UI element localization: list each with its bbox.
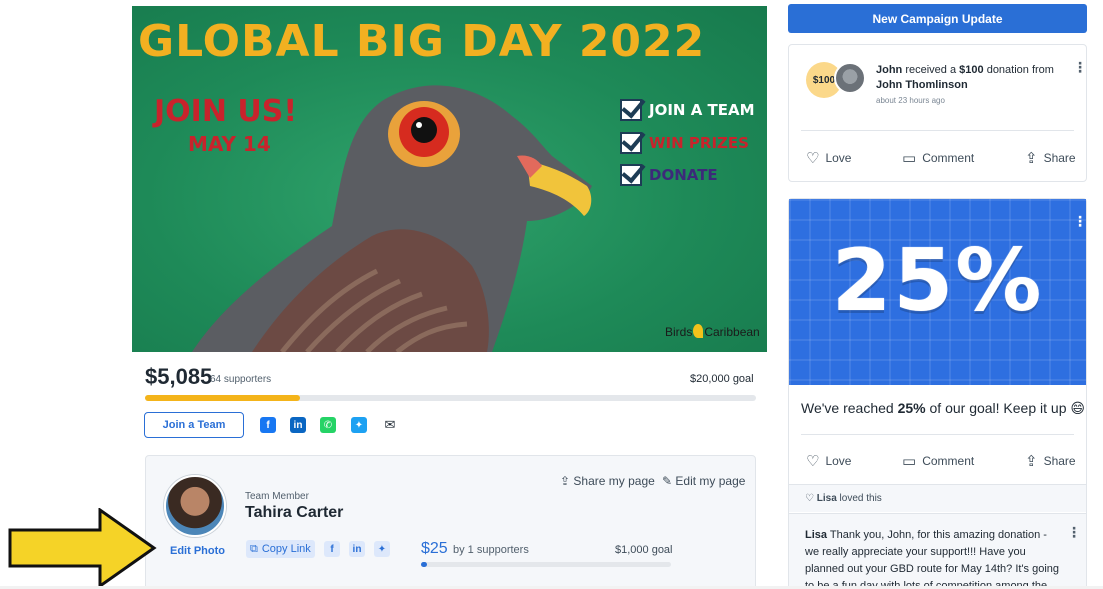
- member-role: Team Member: [245, 491, 309, 502]
- donor-name: John Thomlinson: [876, 79, 968, 91]
- birds-caribbean-logo: Birds Caribbean: [665, 324, 760, 339]
- goal-msg-text: We've reached: [801, 400, 898, 416]
- hero-check-donate: DONATE: [620, 164, 718, 186]
- more-options-icon[interactable]: ⋮: [1073, 59, 1087, 76]
- hero-check-label: JOIN A TEAM: [649, 101, 755, 119]
- love-summary: ♡ Lisa loved this: [789, 484, 1086, 512]
- lover-name: Lisa: [816, 493, 837, 504]
- comment-author: Lisa: [805, 529, 828, 541]
- donation-text: received a: [902, 64, 960, 76]
- comment: Lisa Thank you, John, for this amazing d…: [789, 513, 1086, 589]
- goal-update-message: We've reached 25% of our goal! Keep it u…: [801, 400, 1085, 417]
- more-options-icon[interactable]: ⋮: [1067, 524, 1081, 541]
- comment-icon: ▭: [902, 150, 917, 167]
- heart-icon: ♡: [805, 493, 814, 504]
- join-team-button[interactable]: Join a Team: [144, 412, 244, 438]
- pointer-arrow-icon: [8, 508, 157, 588]
- comment-body: Thank you, John, for this amazing donati…: [805, 529, 1060, 589]
- campaign-supporters-count: 64 supporters: [210, 374, 272, 385]
- whatsapp-icon[interactable]: ✆: [320, 417, 336, 433]
- member-progress-bar: [421, 562, 671, 567]
- comment-label: Comment: [922, 454, 975, 468]
- love-button[interactable]: ♡ Love: [806, 452, 851, 470]
- share-icon: ⇪: [1025, 150, 1038, 167]
- facebook-icon[interactable]: f: [260, 417, 276, 433]
- share-label: Share: [1043, 151, 1076, 165]
- edit-my-page-link[interactable]: ✎ Edit my page: [662, 474, 745, 488]
- love-label: Love: [825, 454, 852, 468]
- hero-check-label: DONATE: [649, 166, 718, 184]
- hero-check-label: WIN PRIZES: [649, 134, 749, 152]
- campaign-progress-fill: [145, 395, 301, 401]
- linkedin-icon[interactable]: in: [349, 541, 365, 557]
- goal-banner-percent: 25%: [831, 231, 1044, 331]
- recipient-name: John: [876, 64, 903, 76]
- share-button[interactable]: ⇪ Share: [1025, 149, 1076, 167]
- donor-avatar: [834, 62, 866, 94]
- member-goal: $1,000 goal: [615, 544, 673, 556]
- new-campaign-update-button[interactable]: New Campaign Update: [788, 4, 1087, 33]
- campaign-progress-bar: [145, 395, 756, 401]
- love-suffix: loved this: [836, 493, 882, 504]
- member-avatar: [164, 475, 226, 537]
- comment-button[interactable]: ▭ Comment: [902, 149, 974, 167]
- campaign-raised-amount: $5,085: [145, 364, 213, 389]
- campaign-goal: $20,000 goal: [690, 373, 754, 385]
- email-icon[interactable]: ✉: [382, 417, 398, 433]
- share-button[interactable]: ⇪ Share: [1025, 452, 1076, 470]
- campaign-hero-banner: GLOBAL BIG DAY 2022 JOIN US! MAY 14 JOIN…: [132, 6, 767, 352]
- copy-icon: ⧉: [250, 542, 258, 555]
- hero-check-win-prizes: WIN PRIZES: [620, 132, 749, 154]
- heart-icon: ♡: [806, 150, 820, 167]
- member-raised-amount: $25: [421, 540, 448, 557]
- share-my-page-link[interactable]: ⇪ Share my page: [560, 474, 655, 488]
- linkedin-icon[interactable]: in: [290, 417, 306, 433]
- member-progress-fill: [421, 562, 428, 567]
- checkbox-icon: [620, 132, 642, 154]
- edit-photo-link[interactable]: Edit Photo: [170, 545, 225, 557]
- goal-msg-text: of our goal! Keep it up 😄: [925, 400, 1085, 416]
- comment-icon: ▭: [902, 453, 917, 470]
- donation-feed-card: $100 John received a $100 donation from …: [788, 44, 1087, 182]
- checkbox-icon: [620, 99, 642, 121]
- logo-text-right: Caribbean: [704, 325, 760, 339]
- member-supporters-count: by 1 supporters: [453, 544, 529, 556]
- more-options-icon[interactable]: ⋮: [1073, 213, 1087, 230]
- twitter-icon[interactable]: ✦: [374, 541, 390, 557]
- donation-message: John received a $100 donation from John …: [876, 63, 1062, 93]
- heart-icon: ♡: [806, 453, 820, 470]
- goal-update-card: 25% ⋮ We've reached 25% of our goal! Kee…: [788, 198, 1087, 589]
- edit-icon: ✎: [662, 474, 673, 488]
- goal-msg-percent: 25%: [897, 400, 926, 416]
- logo-text-left: Birds: [665, 325, 693, 339]
- donation-timestamp: about 23 hours ago: [876, 96, 945, 105]
- bird-logo-icon: [693, 324, 704, 338]
- checkbox-icon: [620, 164, 642, 186]
- divider: [801, 130, 1074, 131]
- donation-text: donation from: [983, 64, 1054, 76]
- twitter-icon[interactable]: ✦: [351, 417, 367, 433]
- comment-button[interactable]: ▭ Comment: [902, 452, 974, 470]
- member-name: Tahira Carter: [245, 504, 344, 521]
- edit-my-page-label: Edit my page: [675, 474, 746, 488]
- share-my-page-label: Share my page: [573, 474, 655, 488]
- share-icon: ⇪: [1025, 453, 1038, 470]
- facebook-icon[interactable]: f: [324, 541, 340, 557]
- comment-label: Comment: [922, 151, 975, 165]
- share-icon: ⇪: [560, 474, 571, 488]
- goal-banner-image: 25%: [789, 199, 1086, 385]
- comment-text: Lisa Thank you, John, for this amazing d…: [805, 527, 1063, 589]
- love-summary-text: ♡ Lisa loved this: [805, 493, 882, 504]
- hero-check-join-team: JOIN A TEAM: [620, 99, 755, 121]
- love-button[interactable]: ♡ Love: [806, 149, 851, 167]
- share-label: Share: [1043, 454, 1076, 468]
- donation-amount: $100: [959, 64, 984, 76]
- love-label: Love: [825, 151, 852, 165]
- divider: [801, 434, 1074, 435]
- copy-link-button[interactable]: ⧉ Copy Link: [246, 540, 315, 558]
- copy-link-label: Copy Link: [261, 543, 311, 555]
